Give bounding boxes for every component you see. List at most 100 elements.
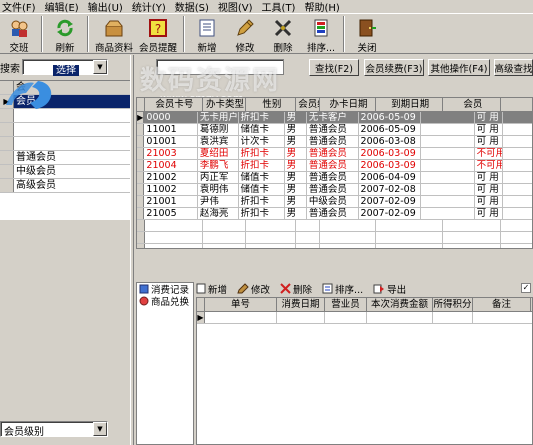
detail-add-button[interactable]: 新增 [196,282,227,296]
table-row[interactable]: 21002 丙正军 储值卡男普通会员 2006-04-09 可 用 [137,172,532,184]
product-exchange-label: 商品兑换 [151,297,190,308]
table-row[interactable]: 11002 袁明伟 储值卡男普通会员 2007-02-08 可 用 [137,184,532,196]
table-row[interactable]: 21003 夏绍田 折扣卡男普通会员 2006-03-09 不可用 [137,148,532,160]
table-row[interactable] [137,220,532,232]
column-header[interactable]: 办卡日期 [320,98,376,111]
member-level-combo[interactable]: 会员级别 ▼ [0,421,108,438]
menu-item[interactable]: 编辑(E) [43,0,86,14]
delete-label: 删除 [273,43,293,54]
column-header[interactable]: 营业员 [325,298,367,311]
search-button[interactable]: 查找(F2) [309,59,359,76]
column-header[interactable]: 办卡类型 [203,98,247,111]
menu-item[interactable]: 工具(T) [260,0,303,14]
column-header[interactable]: 会员卡号 [145,98,203,111]
refresh-button[interactable]: 刷新 [46,14,84,54]
handover-button[interactable]: 交班 [0,14,38,54]
table-row[interactable]: 21004 李鹏飞 折扣卡男普通会员 2006-03-09 不可用 [137,160,532,172]
table-row[interactable]: ▶ [197,312,532,324]
table-cell [421,136,475,147]
edit-button[interactable]: 修改 [226,14,264,54]
pencil-icon [237,283,249,294]
table-row[interactable] [137,232,532,244]
row-indicator [137,160,145,171]
chevron-down-icon[interactable]: ▼ [93,60,107,74]
table-cell: 21003 [144,148,198,159]
table-cell: 无卡客户 [306,112,359,123]
column-header[interactable]: 会员级别 [296,98,321,111]
table-cell: 可 用 [475,124,504,135]
detail-sort-button[interactable]: 排序... [322,282,363,296]
menu-item[interactable]: 帮助(H) [302,0,346,14]
panel-splitter[interactable] [130,55,134,445]
list-item[interactable] [0,123,130,137]
column-header[interactable] [137,98,145,111]
menu-item[interactable]: 统计(Y) [130,0,173,14]
table-cell: 可 用 [474,112,504,123]
horizontal-scrollbar[interactable] [136,249,533,263]
sort-button[interactable]: 排序... [302,14,340,54]
other-actions-button[interactable]: 其他操作(F4) [428,59,490,76]
table-cell: 不可用 [476,160,504,171]
column-header[interactable] [197,298,205,311]
product-exchange-item[interactable]: 商品兑换 [137,295,193,308]
member-grid[interactable]: 会员卡号办卡类型性别会员级别办卡日期到期日期会员 ▶0000无卡用户折扣卡男无卡… [136,97,533,249]
toolbar-separator [183,16,185,52]
list-item-label: 普通会员 [16,152,56,163]
menu-item[interactable]: 视图(V) [216,0,260,14]
add-button[interactable]: 新增 [188,14,226,54]
list-item[interactable]: 普通会员 [0,151,130,165]
detail-delete-button[interactable]: 删除 [280,282,312,296]
column-header[interactable]: 性别 [246,98,297,111]
consumption-grid[interactable]: 单号 消费日期 营业员 本次消费金额 所得积分 备注 ▶ [196,297,533,445]
table-row[interactable]: ▶ 0000 无卡用户 折扣卡男无卡客户 2006-05-09 可 用 [137,112,532,124]
table-row[interactable]: 21005 赵海亮 折扣卡男普通会员 2007-02-09 可 用 [137,208,532,220]
list-item[interactable] [0,137,130,151]
consumption-record-icon [139,284,149,294]
table-row[interactable]: 11001 葛德刚 储值卡男普通会员 2006-05-09 可 用 [137,124,532,136]
column-header[interactable]: 本次消费金额 [367,298,433,311]
member-renew-button[interactable]: 会员续费(F3) [364,59,424,76]
table-cell: 男 [285,124,307,135]
search-combo[interactable]: 选择 ▼ [22,59,108,76]
product-info-button[interactable]: 商品资料 [92,14,136,54]
close-button[interactable]: 关闭 [348,14,386,54]
table-row[interactable]: 01001 袁洪宾 计次卡男普通会员 2006-03-08 可 用 [137,136,532,148]
detail-add-label: 新增 [208,284,228,296]
delete-icon [272,17,294,39]
column-header[interactable]: 备注 [473,298,531,311]
table-row[interactable]: 21001 尹伟 折扣卡男中级会员 2007-02-09 可 用 [137,196,532,208]
menu-item[interactable]: 数据(S) [173,0,216,14]
table-cell: 2006-05-09 [358,112,422,123]
consumption-grid-header: 单号 消费日期 营业员 本次消费金额 所得积分 备注 [197,298,532,312]
member-level-combo-value: 会员级别 [4,427,44,438]
member-reminder-icon: ? [147,17,169,39]
column-header[interactable]: 会员 [443,98,502,111]
column-header[interactable]: 单号 [205,298,277,311]
table-cell: 男 [285,136,307,147]
chevron-down-icon[interactable]: ▼ [93,422,107,436]
list-item[interactable]: 高级会员 [0,179,130,193]
column-header[interactable]: 消费日期 [277,298,325,311]
detail-export-button[interactable]: 导出 [373,282,406,296]
row-indicator-icon: ▶ [197,312,205,323]
menu-item[interactable]: 输出(U) [86,0,130,14]
row-indicator: ▶ [137,112,145,123]
detail-edit-button[interactable]: 修改 [237,282,270,296]
table-cell: 普通会员 [307,184,359,195]
table-cell: 丙正军 [198,172,239,183]
column-header[interactable]: 到期日期 [376,98,444,111]
advanced-search-button[interactable]: 高级查找 [494,59,533,76]
edit-icon [234,17,256,39]
member-reminder-button[interactable]: ? 会员提醒 [136,14,180,54]
table-cell: 储值卡 [239,184,285,195]
menu-item[interactable]: 文件(F) [0,0,43,14]
list-item[interactable]: 中级会员 [0,165,130,179]
column-header[interactable]: 所得积分 [433,298,473,311]
table-cell [421,112,475,123]
table-cell: 袁洪宾 [198,136,239,147]
new-document-icon [196,283,206,294]
delete-button[interactable]: 删除 [264,14,302,54]
table-cell: 2007-02-09 [359,208,422,219]
show-all-checkbox[interactable]: ✓ [521,283,531,293]
handover-label: 交班 [9,43,29,54]
